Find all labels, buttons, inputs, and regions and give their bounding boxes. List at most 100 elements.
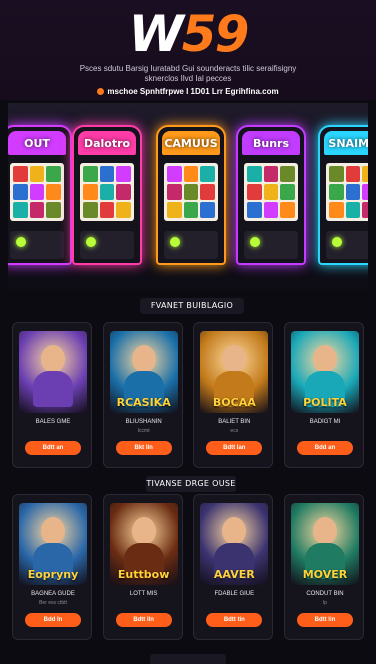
site-header: W 59 Psces sdutu Barsig Iuratabd Gui soun… — [0, 0, 376, 100]
game-grid: BALES GME Bdtt an RCASIKA BLIUSHANIN Iccmt Bk… — [12, 322, 364, 468]
game-title-art: Euttbow — [117, 568, 170, 581]
reel-symbol — [263, 166, 279, 182]
play-button[interactable]: Bdd ln — [25, 613, 81, 627]
reel-symbol — [46, 166, 61, 182]
character-face — [312, 345, 337, 373]
game-title-art: AAVER — [213, 568, 255, 581]
slot-machine: SNAIMA — [318, 125, 368, 265]
reel-symbol — [280, 166, 295, 182]
game-title-art: POLITA — [303, 396, 347, 409]
bottom-tab-stub — [150, 654, 226, 664]
reel-symbol — [29, 166, 45, 182]
reel-symbol — [362, 166, 368, 182]
game-card[interactable]: MOVER CONDUT BIN Ip Bdtt lin — [283, 494, 364, 640]
character-face — [41, 345, 65, 373]
machine-marquee: Dalotro — [78, 131, 136, 155]
game-name: BAGNEA GUDE — [31, 591, 75, 597]
game-thumbnail[interactable]: POLITA — [290, 331, 359, 413]
reel-symbol — [99, 166, 115, 182]
play-button[interactable]: Bdtt tin — [206, 613, 263, 627]
machine-reels — [326, 163, 368, 221]
game-thumbnail[interactable]: MOVER — [290, 503, 359, 585]
promo-text: mschoe Spnhtfrpwe I 1D01 Lrr Egrihfina.c… — [107, 87, 279, 96]
slot-machine: Dalotro — [72, 125, 142, 265]
reel-symbol — [116, 202, 131, 218]
reel-symbol — [329, 166, 344, 182]
slot-machine: OUT — [8, 125, 72, 265]
reel-symbol — [29, 184, 45, 200]
game-card[interactable]: Euttbow LOTT MIS Bdtt lln — [102, 494, 183, 640]
tagline: Psces sdutu Barsig Iuratabd Gui soundera… — [60, 64, 316, 84]
reel-symbol — [13, 166, 28, 182]
character-body — [33, 371, 73, 407]
promo-bar[interactable]: mschoe Spnhtfrpwe I 1D01 Lrr Egrihfina.c… — [0, 87, 376, 99]
reel-symbol — [345, 202, 361, 218]
reel-symbol — [116, 166, 131, 182]
game-card[interactable]: Eopryny BAGNEA GUDE Ber ess ctbtt Bdd ln — [12, 494, 92, 640]
game-thumbnail[interactable]: AAVER — [200, 503, 269, 585]
machine-marquee: SNAIMA — [324, 131, 368, 155]
game-thumbnail[interactable]: RCASIKA — [109, 331, 178, 413]
play-button[interactable]: Bdtt Ian — [206, 441, 263, 455]
play-button[interactable]: Bdtt an — [25, 441, 81, 455]
play-button[interactable]: Bkt Iln — [115, 441, 172, 455]
reel-symbol — [183, 202, 199, 218]
reel-symbol — [200, 166, 215, 182]
game-subtitle: Iccmt — [137, 428, 150, 434]
reel-symbol — [329, 184, 344, 200]
machine-reels — [80, 163, 134, 221]
game-thumbnail[interactable]: Eopryny — [19, 503, 87, 585]
play-button[interactable]: Bdd an — [296, 441, 353, 455]
game-thumbnail[interactable]: Euttbow — [109, 503, 178, 585]
character-face — [312, 517, 337, 545]
logo-letter: W — [128, 5, 184, 63]
reel-symbol — [83, 202, 98, 218]
reel-symbol — [263, 202, 279, 218]
machine-button — [250, 237, 260, 247]
reel-symbol — [247, 202, 262, 218]
game-name: FDABLE GIUE — [214, 591, 255, 597]
slot-machine: Bunrs — [236, 125, 306, 265]
play-button[interactable]: Bdtt lln — [115, 613, 172, 627]
game-title-art: BOCAA — [212, 396, 256, 409]
hero-banner[interactable]: OUT Dalotro CAMUUS Bunrs SNAIMA — [8, 103, 368, 291]
game-name: BALIET BIN — [218, 419, 251, 425]
game-name: BADIGT MI — [309, 419, 341, 425]
promo-icon — [97, 88, 105, 96]
reel-symbol — [362, 184, 368, 200]
machine-button — [170, 237, 180, 247]
reel-symbol — [329, 202, 344, 218]
section-title: FVANET BUIBLAGIO — [140, 298, 244, 314]
game-grid: Eopryny BAGNEA GUDE Ber ess ctbtt Bdd ln Eut… — [12, 494, 364, 640]
character-face — [222, 345, 247, 373]
reel-symbol — [99, 202, 115, 218]
play-button[interactable]: Bdtt lin — [296, 613, 353, 627]
reel-symbol — [99, 184, 115, 200]
reel-symbol — [167, 166, 182, 182]
game-card[interactable]: BOCAA BALIET BIN ecs Bdtt Ian — [193, 322, 274, 468]
character-face — [41, 517, 65, 545]
game-name: CONDUT BIN — [306, 591, 344, 597]
reel-symbol — [167, 184, 182, 200]
reel-symbol — [83, 184, 98, 200]
game-card[interactable]: RCASIKA BLIUSHANIN Iccmt Bkt Iln — [102, 322, 183, 468]
game-thumbnail[interactable] — [19, 331, 87, 413]
game-thumbnail[interactable]: BOCAA — [200, 331, 269, 413]
game-title-art: RCASIKA — [116, 396, 171, 409]
reel-symbol — [183, 184, 199, 200]
game-card[interactable]: AAVER FDABLE GIUE Bdtt tin — [193, 494, 274, 640]
reel-symbol — [362, 202, 368, 218]
reel-symbol — [200, 184, 215, 200]
game-title-art: Eopryny — [27, 568, 79, 581]
game-card[interactable]: POLITA BADIGT MI Bdd an — [283, 322, 364, 468]
tagline-line-1: Psces sdutu Barsig Iuratabd Gui soundera… — [79, 64, 297, 73]
reel-symbol — [13, 202, 28, 218]
machine-marquee: OUT — [8, 131, 66, 155]
reel-symbol — [280, 202, 295, 218]
brand-logo[interactable]: W 59 — [0, 5, 376, 63]
game-card[interactable]: BALES GME Bdtt an — [12, 322, 92, 468]
game-subtitle: Ip — [322, 600, 328, 606]
machine-button — [16, 237, 26, 247]
game-name: BLIUSHANIN — [125, 419, 162, 425]
reel-symbol — [247, 184, 262, 200]
